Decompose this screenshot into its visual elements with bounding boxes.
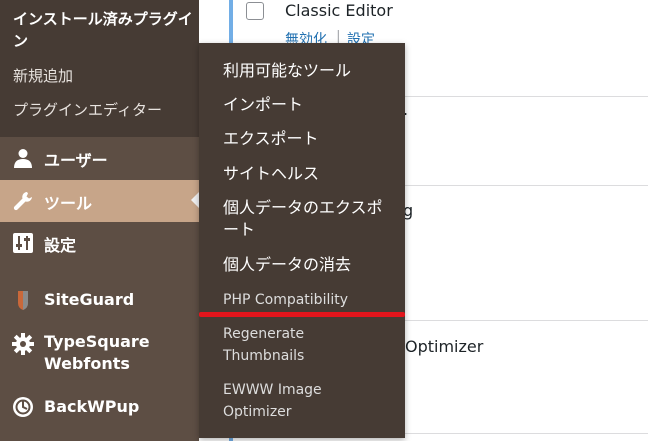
sidebar-item-label: TypeSquare Webfonts	[44, 332, 150, 373]
flyout-item-regenerate-thumbnails[interactable]: Regenerate Thumbnails	[223, 323, 333, 367]
backwpup-icon	[13, 397, 33, 417]
sidebar-item-settings[interactable]: 設定	[0, 222, 199, 262]
settings-icon	[13, 233, 33, 253]
plugins-submenu: インストール済みプラグイン 新規追加 プラグインエディター	[0, 0, 199, 137]
admin-sidebar: インストール済みプラグイン 新規追加 プラグインエディター ユーザー ツール 設…	[0, 0, 199, 441]
flyout-item-ewww-image-optimizer[interactable]: EWWW Image Optimizer	[223, 379, 343, 423]
plugin-checkbox[interactable]	[246, 2, 264, 20]
flyout-item-php-compatibility[interactable]: PHP Compatibility	[223, 289, 398, 311]
sidebar-item-tools[interactable]: ツール	[0, 180, 199, 222]
user-icon	[14, 149, 32, 168]
tools-flyout-menu: 利用可能なツール インポート エクスポート サイトヘルス 個人データのエクスポー…	[199, 43, 405, 438]
submenu-add-new[interactable]: 新規追加	[13, 66, 73, 86]
flyout-item-export[interactable]: エクスポート	[223, 128, 398, 150]
submenu-installed-plugins[interactable]: インストール済みプラグイン	[13, 8, 193, 52]
highlight-underline	[199, 312, 405, 317]
sidebar-item-siteguard[interactable]: SiteGuard	[0, 281, 199, 321]
flyout-item-export-personal-data[interactable]: 個人データのエクスポート	[223, 197, 398, 241]
submenu-plugin-editor[interactable]: プラグインエディター	[13, 100, 162, 120]
sidebar-item-users[interactable]: ユーザー	[0, 138, 199, 178]
flyout-item-erase-personal-data[interactable]: 個人データの消去	[223, 254, 398, 276]
plugin-name-classic-editor: Classic Editor	[285, 1, 393, 20]
wrench-icon	[13, 192, 32, 211]
sidebar-item-backwpup[interactable]: BackWPup	[0, 389, 199, 429]
sidebar-item-typesquare[interactable]: TypeSquare Webfonts	[0, 331, 199, 379]
flyout-item-import[interactable]: インポート	[223, 94, 398, 116]
sidebar-item-label: BackWPup	[44, 397, 140, 416]
flyout-item-site-health[interactable]: サイトヘルス	[223, 163, 398, 185]
sidebar-item-label: ツール	[44, 194, 93, 213]
flyout-item-available-tools[interactable]: 利用可能なツール	[223, 60, 398, 82]
gear-icon	[12, 333, 34, 355]
sidebar-item-label: SiteGuard	[44, 290, 135, 309]
sidebar-item-label: ユーザー	[44, 151, 108, 170]
sidebar-item-label: 設定	[44, 236, 77, 255]
plugin-name-partial: Optimizer	[405, 337, 484, 356]
siteguard-icon	[18, 291, 28, 310]
